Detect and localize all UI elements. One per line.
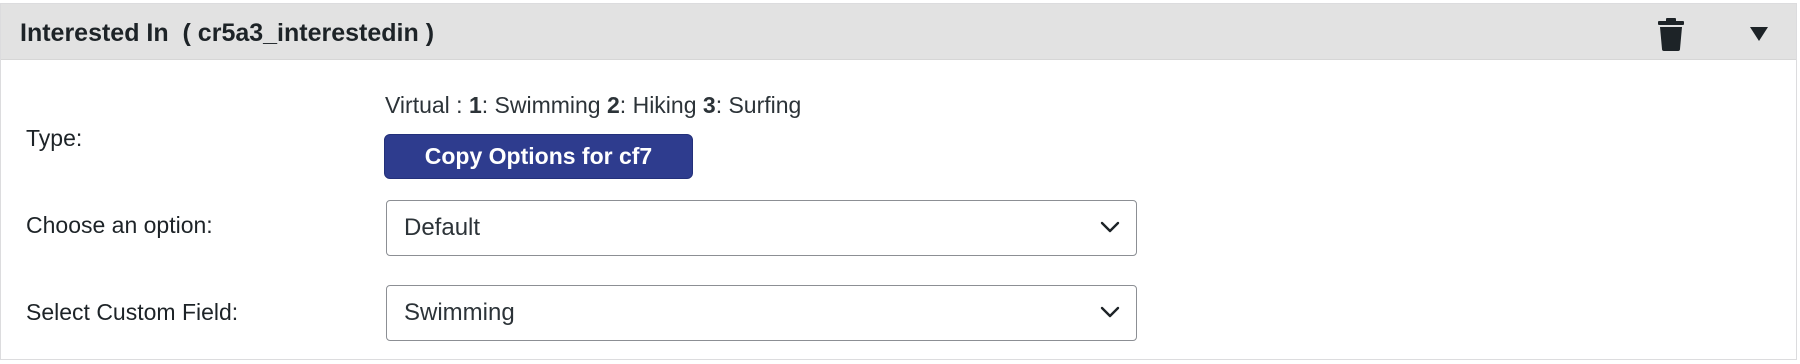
choose-option-value: Default <box>404 214 481 241</box>
choose-option-select[interactable]: Default <box>386 200 1137 256</box>
option-separator: : <box>481 92 495 118</box>
choose-option-label: Choose an option: <box>26 212 213 238</box>
custom-field-select[interactable]: Swimming <box>386 285 1137 341</box>
option-key: 1 <box>468 92 482 118</box>
chevron-down-icon <box>1100 221 1120 233</box>
trash-icon[interactable] <box>1656 17 1686 51</box>
custom-field-label: Select Custom Field: <box>26 299 239 325</box>
field-mapping-panel: Interested In ( cr5a3_interestedin ) Typ… <box>0 3 1797 360</box>
options-prefix: Virtual : <box>385 92 469 118</box>
option-value: Hiking <box>632 92 697 118</box>
option-key: 3 <box>702 92 716 118</box>
option-separator: : <box>715 92 729 118</box>
chevron-down-icon <box>1100 306 1120 318</box>
option-separator: : <box>619 92 633 118</box>
custom-field-value: Swimming <box>404 299 515 326</box>
options-list: Virtual : 1: Swimming 2: Hiking 3: Surfi… <box>385 92 801 119</box>
panel-title: Interested In ( cr5a3_interestedin ) <box>20 19 435 47</box>
caret-down-icon[interactable] <box>1750 27 1768 41</box>
copy-options-button[interactable]: Copy Options for cf7 <box>384 134 693 179</box>
option-key: 2 <box>607 92 620 118</box>
panel-header[interactable]: Interested In ( cr5a3_interestedin ) <box>1 4 1796 60</box>
option-value: Surfing <box>728 92 802 118</box>
type-label: Type: <box>26 125 83 151</box>
option-value: Swimming <box>494 92 601 118</box>
